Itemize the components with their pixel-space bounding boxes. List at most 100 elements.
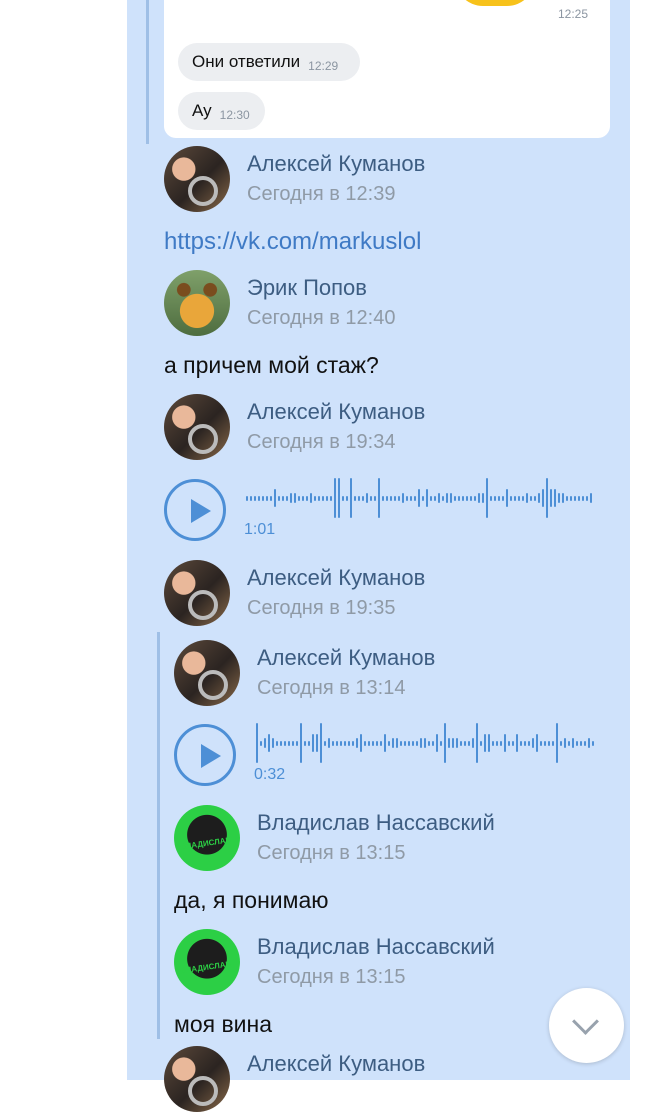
- waveform-bar: [404, 740, 406, 746]
- bubble-time: 12:29: [308, 59, 339, 73]
- waveform-bar: [506, 489, 508, 507]
- waveform-bar: [288, 740, 290, 746]
- waveform-bar: [396, 738, 398, 748]
- voice-duration: 1:01: [244, 521, 276, 538]
- waveform-bar: [462, 495, 464, 501]
- waveform-bar: [292, 740, 294, 746]
- waveform-bar: [584, 740, 586, 746]
- waveform-bar: [466, 495, 468, 501]
- waveform-bar: [562, 493, 564, 503]
- waveform-bar: [534, 495, 536, 501]
- author-name[interactable]: Эрик Попов: [247, 275, 367, 301]
- waveform-bar: [526, 493, 528, 503]
- waveform-bar: [308, 740, 310, 746]
- waveform-bar: [406, 495, 408, 501]
- waveform-bar: [340, 740, 342, 746]
- avatar[interactable]: [174, 640, 240, 706]
- waveform-bar: [440, 740, 442, 746]
- author-name[interactable]: Алексей Куманов: [257, 645, 435, 671]
- waveform-bar: [464, 740, 466, 746]
- waveform-bar: [480, 740, 482, 746]
- waveform-bar: [286, 495, 288, 501]
- author-name[interactable]: Алексей Куманов: [247, 399, 425, 425]
- waveform-bar: [452, 738, 454, 748]
- avatar[interactable]: [164, 560, 230, 626]
- waveform-bar: [484, 734, 486, 752]
- waveform-bar: [366, 493, 368, 503]
- waveform-bar: [246, 495, 248, 501]
- waveform-bar: [516, 734, 518, 752]
- waveform-bar: [358, 495, 360, 501]
- waveform-bar: [556, 723, 558, 763]
- waveform-bar: [418, 489, 420, 507]
- message-time: 12:25: [558, 7, 589, 21]
- message-bubble[interactable]: Ау 12:30: [178, 92, 265, 130]
- waveform-bar: [290, 493, 292, 503]
- waveform-bar: [490, 495, 492, 501]
- waveform-bar: [254, 495, 256, 501]
- waveform-bar: [424, 738, 426, 748]
- play-icon[interactable]: [174, 724, 236, 786]
- waveform-bar: [460, 740, 462, 746]
- author-name[interactable]: Алексей Куманов: [247, 1051, 425, 1077]
- author-name[interactable]: Алексей Куманов: [247, 565, 425, 591]
- waveform-bar: [450, 493, 452, 503]
- avatar[interactable]: [174, 929, 240, 995]
- waveform-bar: [548, 740, 550, 746]
- waveform-bar: [382, 495, 384, 501]
- voice-waveform[interactable]: [246, 468, 596, 528]
- waveform-bar: [330, 495, 332, 501]
- message-link[interactable]: https://vk.com/markuslol: [164, 228, 421, 256]
- waveform-bar: [574, 495, 576, 501]
- quote-line-nested: [157, 632, 160, 1039]
- waveform-bar: [398, 495, 400, 501]
- waveform-bar: [410, 495, 412, 501]
- voice-waveform[interactable]: [256, 713, 596, 773]
- waveform-bar: [566, 495, 568, 501]
- avatar[interactable]: [164, 270, 230, 336]
- waveform-bar: [470, 495, 472, 501]
- author-name[interactable]: Владислав Нассавский: [257, 934, 495, 960]
- waveform-bar: [468, 740, 470, 746]
- waveform-bar: [312, 734, 314, 752]
- avatar[interactable]: [164, 394, 230, 460]
- waveform-bar: [520, 740, 522, 746]
- voice-duration: 0:32: [254, 766, 286, 783]
- waveform-bar: [544, 740, 546, 746]
- waveform-bar: [508, 740, 510, 746]
- author-name[interactable]: Алексей Куманов: [247, 151, 425, 177]
- waveform-bar: [432, 740, 434, 746]
- waveform-bar: [592, 740, 594, 746]
- waveform-bar: [402, 493, 404, 503]
- waveform-bar: [348, 740, 350, 746]
- waveform-bar: [350, 478, 352, 518]
- waveform-bar: [558, 493, 560, 503]
- waveform-bar: [258, 495, 260, 501]
- avatar[interactable]: [164, 1046, 230, 1112]
- waveform-bar: [438, 493, 440, 503]
- message-text: а причем мой стаж?: [164, 352, 379, 378]
- waveform-bar: [324, 740, 326, 746]
- waveform-bar: [328, 738, 330, 748]
- waveform-bar: [502, 495, 504, 501]
- waveform-bar: [368, 740, 370, 746]
- avatar[interactable]: [164, 146, 230, 212]
- waveform-bar: [354, 495, 356, 501]
- waveform-bar: [478, 493, 480, 503]
- waveform-bar: [524, 740, 526, 746]
- waveform-bar: [442, 495, 444, 501]
- waveform-bar: [580, 740, 582, 746]
- message-bubble[interactable]: Они ответили 12:29: [178, 43, 360, 81]
- waveform-bar: [482, 493, 484, 503]
- message-date: Сегодня в 13:15: [257, 966, 406, 988]
- waveform-bar: [304, 740, 306, 746]
- waveform-bar: [428, 740, 430, 746]
- play-icon[interactable]: [164, 479, 226, 541]
- avatar[interactable]: [174, 805, 240, 871]
- chevron-down-icon[interactable]: [549, 988, 624, 1063]
- waveform-bar: [552, 740, 554, 746]
- bubble-text: Они ответили: [192, 52, 301, 71]
- waveform-bar: [510, 495, 512, 501]
- bubble-text: Ау: [192, 101, 212, 120]
- author-name[interactable]: Владислав Нассавский: [257, 810, 495, 836]
